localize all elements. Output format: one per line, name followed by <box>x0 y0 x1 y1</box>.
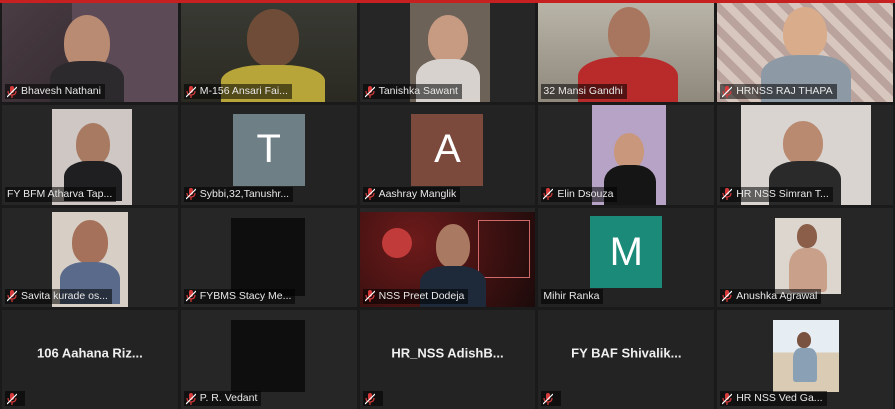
participant-name: Tanishka Sawant <box>378 85 458 98</box>
mic-muted-icon <box>364 290 375 303</box>
participant-tile[interactable]: HR NSS Simran T... <box>717 105 893 205</box>
mic-muted-icon <box>185 290 196 303</box>
participant-name-label <box>5 391 25 406</box>
participant-name: M-156 Ansari Fai... <box>199 85 288 98</box>
gallery-grid: Bhavesh Nathani M-156 Ansari Fai... Tani… <box>2 3 893 409</box>
participant-name-label: Mihir Ranka <box>541 288 604 304</box>
mic-muted-icon <box>7 392 17 405</box>
participant-name: Anushka Agrawal <box>736 289 818 302</box>
participant-tile[interactable]: P. R. Vedant <box>180 309 357 409</box>
mic-muted-icon <box>364 188 375 200</box>
participant-name-label: FY BFM Atharva Tap... <box>5 186 117 202</box>
participant-tile[interactable]: Savita kurade os... <box>2 207 178 307</box>
participant-name: Sybbi,32,Tanushr... <box>199 187 290 200</box>
mic-muted-icon <box>185 85 196 98</box>
participant-name: FY BFM Atharva Tap... <box>7 187 113 200</box>
participant-name: Savita kurade os... <box>21 289 108 302</box>
mic-muted-icon <box>364 85 375 98</box>
participant-name: Elin Dsouza <box>557 187 614 200</box>
participant-name-label: 32 Mansi Gandhi <box>541 84 627 100</box>
participant-name-label: P. R. Vedant <box>183 391 262 406</box>
mic-muted-icon <box>543 392 554 405</box>
participant-tile[interactable]: NSS Preet Dodeja <box>359 207 536 307</box>
participant-tile[interactable]: M Mihir Ranka <box>538 207 715 307</box>
participant-avatar: M <box>590 216 663 289</box>
participant-name-label: Savita kurade os... <box>5 288 112 304</box>
participant-center-name: FY BAF Shivalik... <box>571 345 682 361</box>
participant-name-label: NSS Preet Dodeja <box>362 288 469 304</box>
participant-name-label: Aashray Manglik <box>362 186 461 202</box>
participant-tile[interactable]: Tanishka Sawant <box>359 3 536 103</box>
participant-name-label <box>541 391 562 406</box>
participant-name: NSS Preet Dodeja <box>378 289 465 302</box>
participant-name: Bhavesh Nathani <box>21 85 101 98</box>
participant-tile[interactable]: 106 Aahana Riz... <box>2 309 178 409</box>
mic-muted-icon <box>722 290 733 303</box>
participant-name-label: HR NSS Simran T... <box>720 186 833 202</box>
participant-tile[interactable]: Elin Dsouza <box>538 105 715 205</box>
participant-name-label: Tanishka Sawant <box>362 84 462 100</box>
participant-name: HR NSS Ved Ga... <box>736 392 823 404</box>
mic-muted-icon <box>185 188 196 200</box>
participant-name-label: Anushka Agrawal <box>720 288 822 304</box>
participant-tile[interactable]: T Sybbi,32,Tanushr... <box>180 105 357 205</box>
mic-muted-icon <box>364 392 375 405</box>
participant-name: HRNSS RAJ THAPA <box>736 85 833 98</box>
participant-name: 32 Mansi Gandhi <box>543 85 623 98</box>
participant-name: Mihir Ranka <box>543 289 600 302</box>
participant-name-label: FYBMS Stacy Me... <box>183 288 296 304</box>
mic-muted-icon <box>722 188 733 200</box>
participant-center-name: HR_NSS AdishB... <box>391 345 504 361</box>
mic-muted-icon <box>7 85 17 98</box>
participant-name-label: HRNSS RAJ THAPA <box>720 84 837 100</box>
participant-name-label: HR NSS Ved Ga... <box>720 391 827 406</box>
participant-tile[interactable]: FY BAF Shivalik... <box>538 309 715 409</box>
mic-muted-icon <box>7 290 17 303</box>
participant-name-label: Sybbi,32,Tanushr... <box>183 186 294 202</box>
participant-tile[interactable]: Anushka Agrawal <box>717 207 893 307</box>
participant-center-name: 106 Aahana Riz... <box>37 345 143 361</box>
participant-name-label <box>362 391 383 406</box>
participant-name-label: M-156 Ansari Fai... <box>183 84 292 100</box>
participant-tile-active-speaker[interactable]: FY BFM Atharva Tap... <box>2 105 178 205</box>
participant-tile[interactable]: HR_NSS AdishB... <box>359 309 536 409</box>
participant-name: Aashray Manglik <box>378 187 457 200</box>
participant-name: HR NSS Simran T... <box>736 187 829 200</box>
mic-muted-icon <box>722 85 733 98</box>
mic-muted-icon <box>185 392 196 405</box>
mic-muted-icon <box>722 392 733 405</box>
participant-tile[interactable]: FYBMS Stacy Me... <box>180 207 357 307</box>
participant-tile[interactable]: HR NSS Ved Ga... <box>717 309 893 409</box>
participant-name: P. R. Vedant <box>199 392 258 404</box>
participant-tile[interactable]: M-156 Ansari Fai... <box>180 3 357 103</box>
participant-tile[interactable]: A Aashray Manglik <box>359 105 536 205</box>
mic-muted-icon <box>543 188 554 200</box>
participant-tile[interactable]: 32 Mansi Gandhi <box>538 3 715 103</box>
participant-tile[interactable]: HRNSS RAJ THAPA <box>717 3 893 103</box>
participant-name: FYBMS Stacy Me... <box>199 289 292 302</box>
participant-tile[interactable]: Bhavesh Nathani <box>2 3 178 103</box>
participant-avatar: A <box>411 113 484 186</box>
participant-name-label: Bhavesh Nathani <box>5 84 105 100</box>
participant-name-label: Elin Dsouza <box>541 186 618 202</box>
participant-avatar: T <box>232 113 305 186</box>
